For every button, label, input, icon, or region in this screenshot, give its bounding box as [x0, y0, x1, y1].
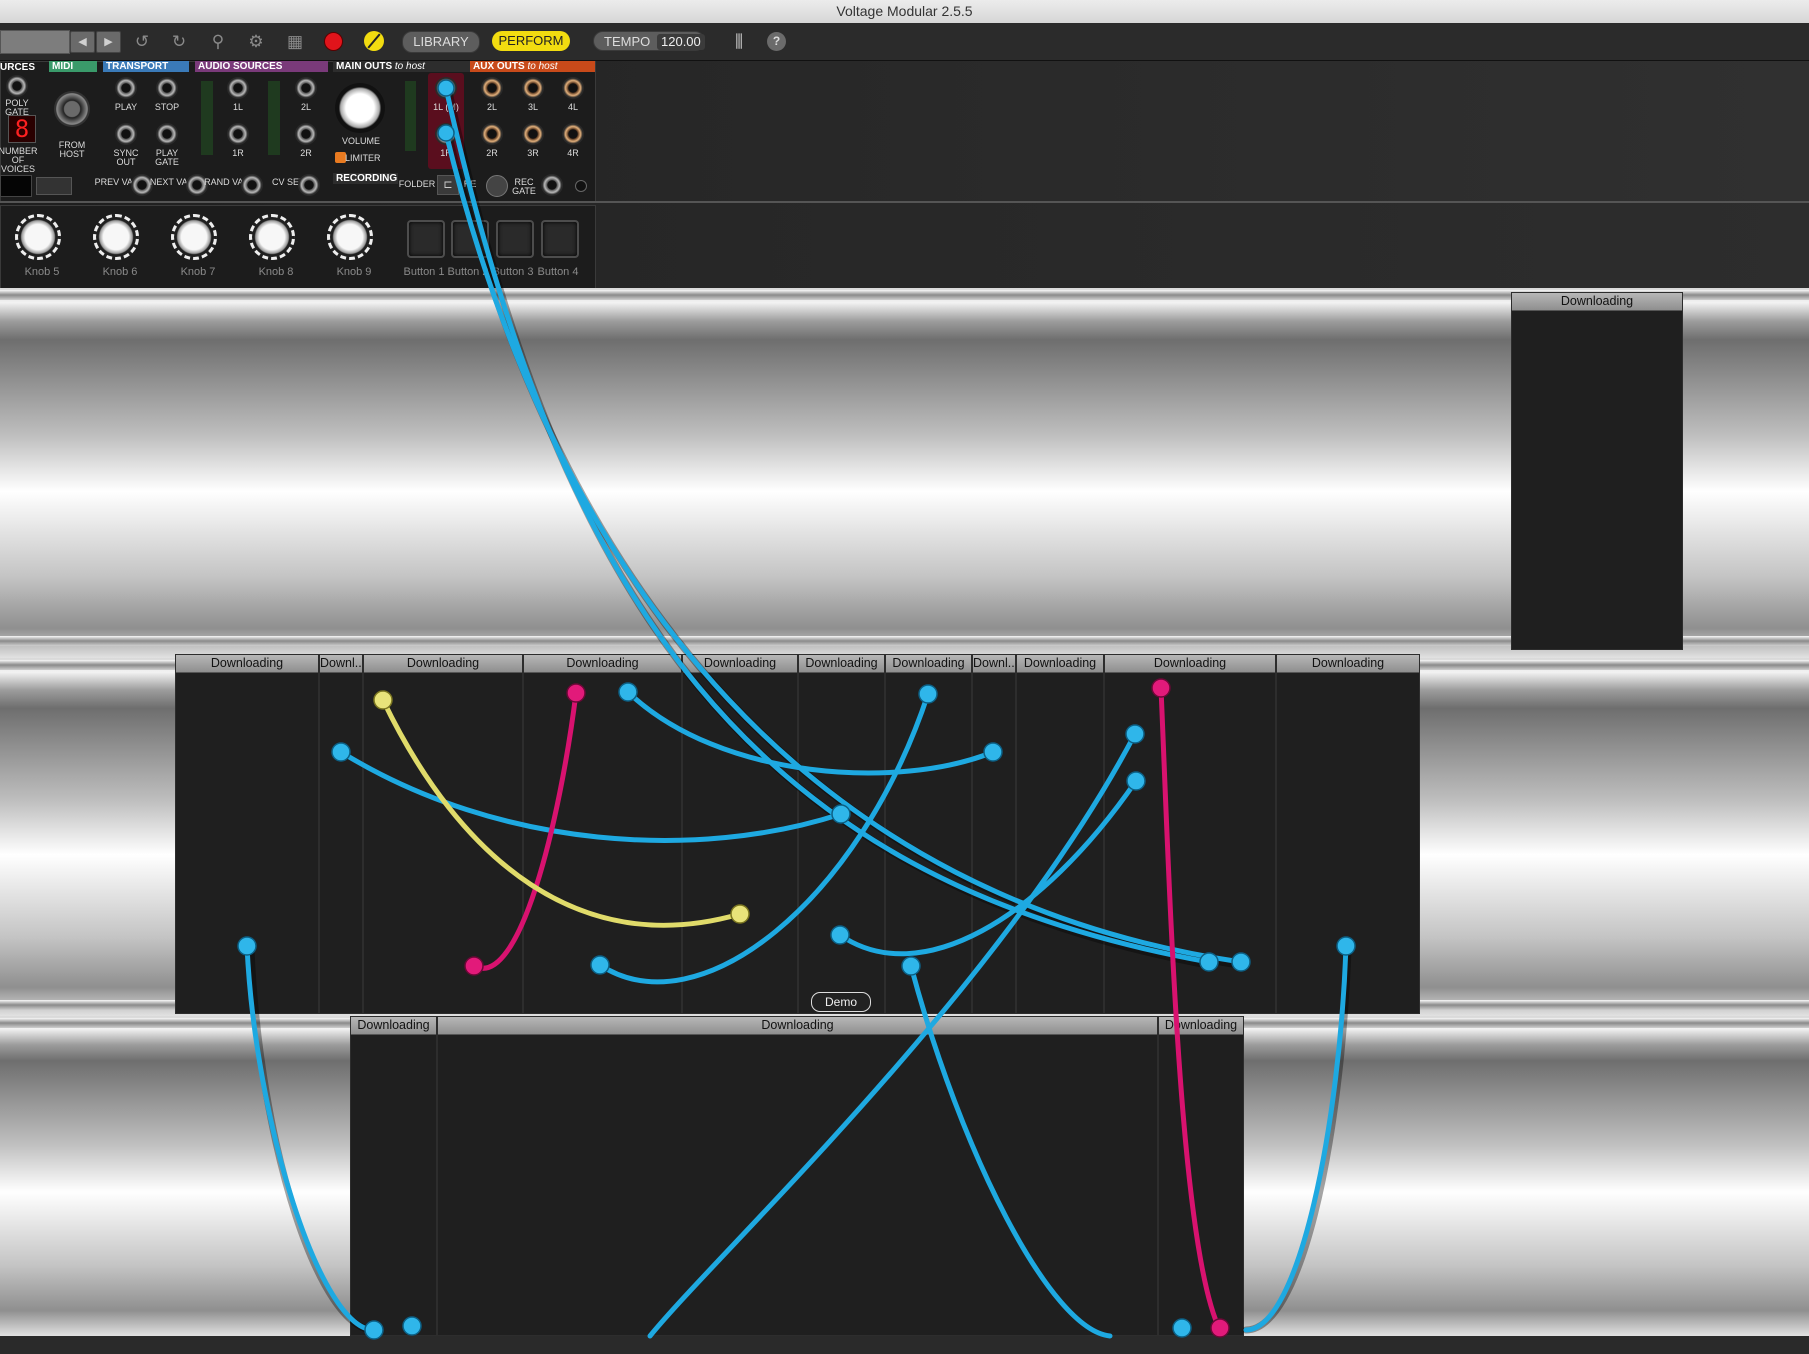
cable-plug: [901, 956, 921, 976]
cable-plug: [1231, 952, 1251, 972]
cable-plug: [364, 1320, 384, 1340]
patch-cables: [237, 79, 1356, 1340]
cable-plug: [831, 804, 851, 824]
cable: [244, 943, 377, 1333]
cable-plug: [918, 684, 938, 704]
cable-plug: [566, 683, 586, 703]
cable-plug: [1126, 771, 1146, 791]
cable: [625, 689, 996, 776]
cable-plug: [590, 955, 610, 975]
cable: [908, 963, 1113, 1339]
cable-plug: [1210, 1318, 1230, 1338]
cable-plug: [1172, 1318, 1192, 1338]
cable-plug: [1199, 952, 1219, 972]
cable-plug: [730, 904, 750, 924]
cable-plug: [1125, 724, 1145, 744]
cable-plug: [1336, 936, 1356, 956]
cable: [1158, 685, 1223, 1333]
cable-plug: [437, 79, 455, 97]
cable-plug: [464, 956, 484, 976]
cable-plug: [331, 742, 351, 762]
cable: [647, 731, 1138, 1339]
cable-plug: [373, 690, 393, 710]
cable-plug: [402, 1316, 422, 1336]
cable-plug: [237, 936, 257, 956]
cable-plug: [983, 742, 1003, 762]
cable-plug: [618, 682, 638, 702]
cable-plug: [437, 124, 455, 142]
cable-plug: [1151, 678, 1171, 698]
cable-plug: [830, 925, 850, 945]
cable-main-out-1r: [443, 130, 1244, 965]
